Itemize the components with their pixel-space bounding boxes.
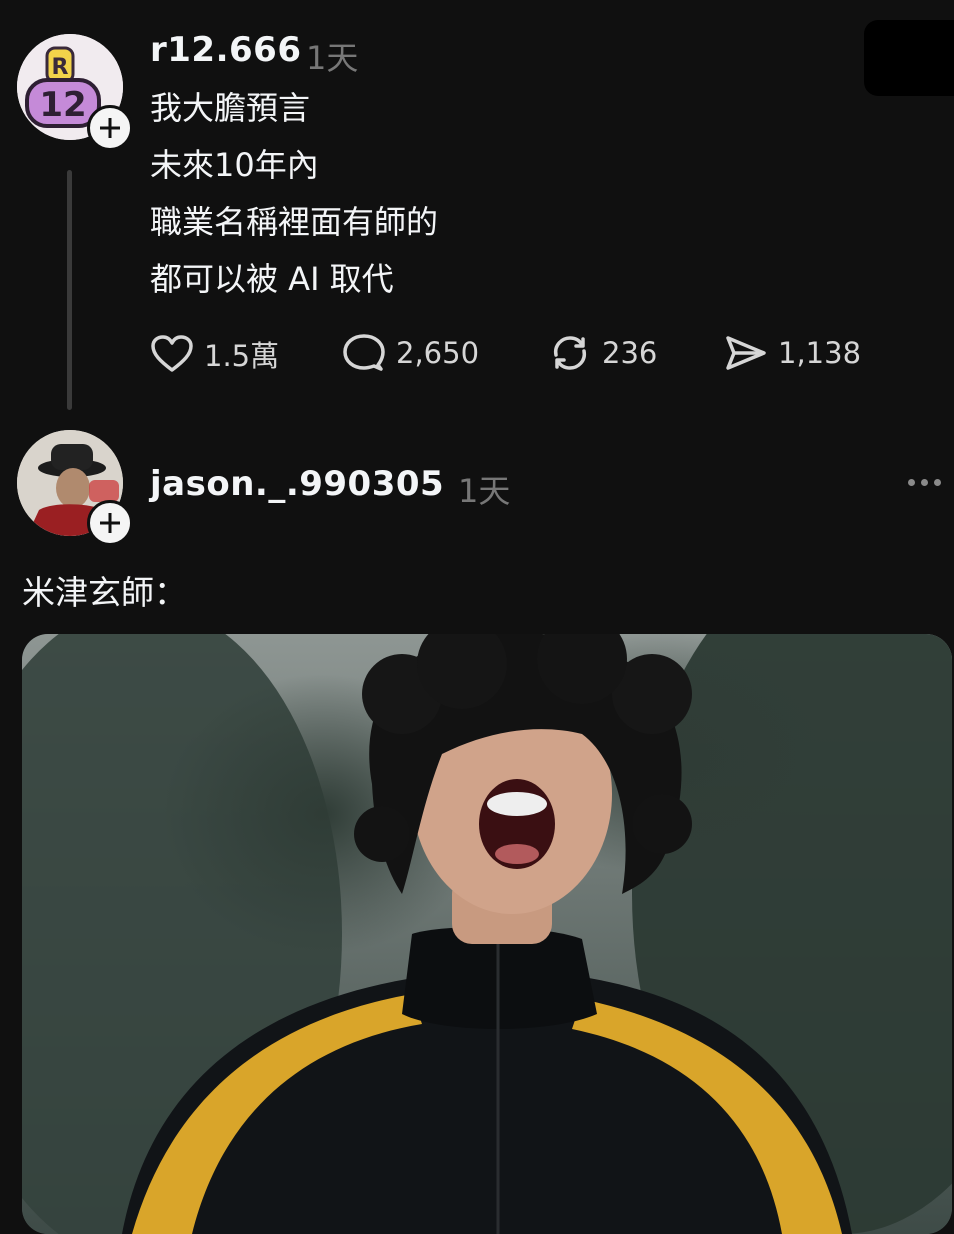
thread-line <box>67 170 72 410</box>
share-count: 1,138 <box>778 336 862 370</box>
repost-count: 236 <box>602 336 658 370</box>
plus-icon <box>100 118 120 138</box>
svg-text:R: R <box>52 55 69 80</box>
avatar-text: 12 <box>39 85 86 125</box>
comment-button[interactable]: 2,650 <box>342 333 479 373</box>
share-button[interactable]: 1,138 <box>724 333 861 373</box>
post-text-line-4: 都可以被 AI 取代 <box>150 260 394 298</box>
like-button[interactable]: 1.5萬 <box>150 333 279 375</box>
reply-username[interactable]: jason._.990305 <box>150 464 444 504</box>
reply-text: 米津玄師： <box>22 573 187 612</box>
reply-time: 1天 <box>458 472 511 510</box>
post-username[interactable]: r12.666 <box>150 30 301 70</box>
photo-illustration <box>22 634 952 1234</box>
overlay-box <box>864 20 954 96</box>
plus-icon <box>100 513 120 533</box>
post-time: 1天 <box>306 39 359 77</box>
post-text-line-3: 職業名稱裡面有師的 <box>150 203 439 241</box>
reply-image[interactable] <box>22 634 952 1234</box>
repost-button[interactable]: 236 <box>548 333 657 373</box>
comment-count: 2,650 <box>396 336 480 370</box>
more-icon[interactable] <box>903 470 945 494</box>
post-text-line-1: 我大膽預言 <box>150 89 311 127</box>
follow-button[interactable] <box>87 105 133 151</box>
repost-icon <box>553 336 587 370</box>
like-count: 1.5萬 <box>204 339 280 373</box>
share-icon <box>726 336 766 370</box>
follow-button[interactable] <box>87 500 133 546</box>
heart-icon <box>151 335 193 372</box>
comment-icon <box>343 334 385 371</box>
post-text-line-2: 未來10年內 <box>150 146 319 184</box>
